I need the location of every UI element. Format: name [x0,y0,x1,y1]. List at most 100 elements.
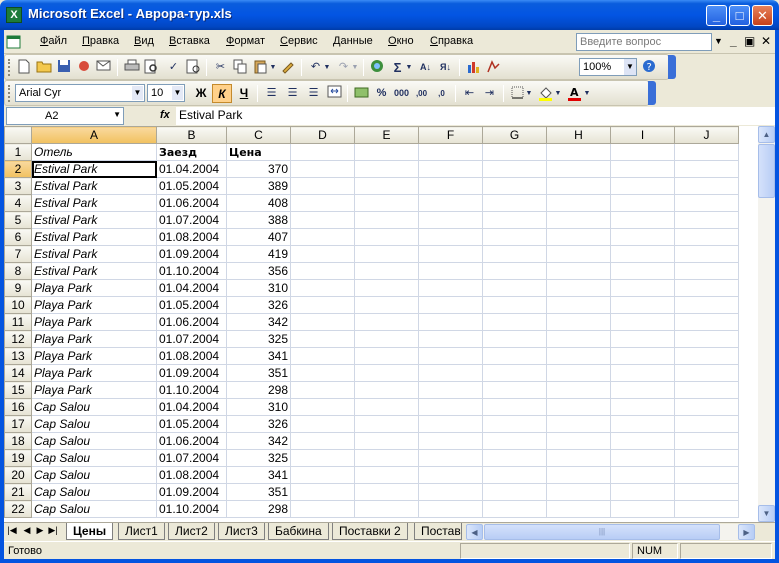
cell[interactable] [354,313,419,331]
cell-price[interactable]: 419 [226,245,291,263]
row-header[interactable]: 19 [4,449,32,467]
row-header[interactable]: 13 [4,347,32,365]
redo-dropdown-icon[interactable]: ▼ [351,59,359,76]
excel-app-icon[interactable]: X [6,7,22,23]
cell[interactable] [546,381,611,399]
last-sheet-icon[interactable]: ▶| [47,525,59,536]
cell[interactable] [674,347,739,365]
cell[interactable] [482,347,547,365]
name-box-dropdown-icon[interactable]: ▼ [113,110,121,119]
cell-hotel[interactable]: Cap Salou [31,398,157,416]
cell[interactable] [546,194,611,212]
cell[interactable] [482,415,547,433]
cell[interactable] [674,262,739,280]
cell[interactable] [418,279,483,297]
paste-icon[interactable] [252,59,269,76]
doc-minimize-icon[interactable]: _ [730,34,737,48]
cell-hotel[interactable]: Cap Salou [31,415,157,433]
next-sheet-icon[interactable]: ▶ [34,525,46,536]
cell[interactable] [290,262,355,280]
cell-date[interactable]: 01.05.2004 [156,296,227,314]
cell[interactable] [418,432,483,450]
cell[interactable] [610,279,675,297]
cell-date[interactable]: 01.04.2004 [156,160,227,178]
cell-hotel[interactable]: Playa Park [31,330,157,348]
cell[interactable] [674,466,739,484]
new-icon[interactable] [15,59,32,76]
cell-price[interactable]: 325 [226,449,291,467]
cell[interactable] [674,211,739,229]
cell[interactable] [354,245,419,263]
align-left-icon[interactable]: ☰ [263,85,280,102]
cell-price[interactable]: 298 [226,381,291,399]
cell[interactable] [290,211,355,229]
cell[interactable] [674,415,739,433]
toolbar-grip[interactable] [8,85,11,102]
cell-date[interactable]: 01.07.2004 [156,211,227,229]
cell[interactable] [610,466,675,484]
cell-header-date[interactable]: Заезд [156,143,227,161]
cell-hotel[interactable]: Playa Park [31,364,157,382]
borders-dropdown-icon[interactable]: ▼ [525,85,533,102]
cell[interactable] [354,262,419,280]
cell-hotel[interactable]: Estival Park [31,211,157,229]
paste-dropdown-icon[interactable]: ▼ [269,59,277,76]
format-painter-icon[interactable] [279,59,296,76]
cell[interactable] [290,483,355,501]
undo-dropdown-icon[interactable]: ▼ [323,59,331,76]
increase-indent-icon[interactable]: ⇥ [481,85,498,102]
row-header[interactable]: 3 [4,177,32,195]
cell-date[interactable]: 01.10.2004 [156,500,227,518]
font-name-select[interactable]: Arial Cyr ▼ [15,84,145,102]
sheet-tab-babkina[interactable]: Бабкина [268,523,329,540]
cell[interactable] [290,245,355,263]
cell-date[interactable]: 01.06.2004 [156,432,227,450]
cell-price[interactable]: 408 [226,194,291,212]
cell[interactable] [418,330,483,348]
cell[interactable] [482,177,547,195]
percent-icon[interactable]: % [373,85,390,102]
cell[interactable] [674,143,739,161]
cell[interactable] [354,432,419,450]
formula-input[interactable]: Estival Park [176,107,775,125]
cell[interactable] [354,177,419,195]
cell[interactable] [290,398,355,416]
cell[interactable] [482,364,547,382]
row-header[interactable]: 20 [4,466,32,484]
sheet-tab-prices[interactable]: Цены [66,523,114,540]
select-all-corner[interactable] [4,126,32,144]
cell-date[interactable]: 01.05.2004 [156,415,227,433]
cell[interactable] [546,398,611,416]
vertical-scrollbar[interactable]: ▲ ▼ [758,126,775,522]
cell-price[interactable]: 341 [226,347,291,365]
sheet-tab-supplies[interactable]: Постав [414,523,462,540]
cell[interactable] [354,330,419,348]
cell[interactable] [610,262,675,280]
cell-price[interactable]: 389 [226,177,291,195]
cell-date[interactable]: 01.09.2004 [156,364,227,382]
menu-data[interactable]: Данные [333,35,373,47]
cell[interactable] [418,228,483,246]
cell[interactable] [290,381,355,399]
cell-date[interactable]: 01.07.2004 [156,330,227,348]
menu-format[interactable]: Формат [226,35,265,47]
cell[interactable] [546,449,611,467]
cell-hotel[interactable]: Playa Park [31,347,157,365]
cell[interactable] [354,296,419,314]
row-header[interactable]: 18 [4,432,32,450]
cell[interactable] [418,143,483,161]
sheet-tab-list2[interactable]: Лист2 [168,523,215,540]
cell[interactable] [482,313,547,331]
italic-button[interactable]: К [212,84,232,103]
cell[interactable] [482,262,547,280]
cell-date[interactable]: 01.04.2004 [156,279,227,297]
print-preview-icon[interactable] [143,59,160,76]
font-size-select[interactable]: 10 ▼ [147,84,185,102]
scroll-up-icon[interactable]: ▲ [758,126,775,143]
cell[interactable] [418,449,483,467]
cell-hotel[interactable]: Estival Park [31,194,157,212]
minimize-button[interactable]: _ [706,5,727,26]
cell[interactable] [546,228,611,246]
undo-icon[interactable]: ↶ [307,59,324,76]
cell[interactable] [418,398,483,416]
